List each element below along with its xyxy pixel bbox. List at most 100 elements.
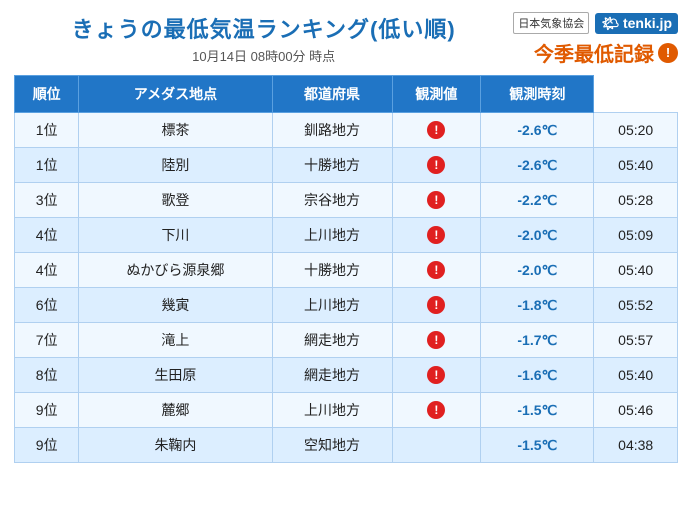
cell-alert: ! <box>392 393 481 428</box>
cell-time: 05:40 <box>594 148 678 183</box>
cell-station: 下川 <box>79 218 272 253</box>
cell-rank: 6位 <box>15 288 79 323</box>
cell-alert: ! <box>392 183 481 218</box>
cell-station: 陸別 <box>79 148 272 183</box>
cell-rank: 3位 <box>15 183 79 218</box>
cell-temp: -1.5℃ <box>481 428 594 463</box>
cell-prefecture: 上川地方 <box>272 393 392 428</box>
cell-rank: 4位 <box>15 253 79 288</box>
cell-time: 04:38 <box>594 428 678 463</box>
season-record-icon: ! <box>658 43 678 63</box>
cell-rank: 4位 <box>15 218 79 253</box>
cell-temp: -2.6℃ <box>481 148 594 183</box>
cell-prefecture: 空知地方 <box>272 428 392 463</box>
tenki-icon: 🌤 <box>601 15 623 31</box>
main-title: きょうの最低気温ランキング(低い順) <box>14 12 513 44</box>
cell-prefecture: 十勝地方 <box>272 253 392 288</box>
cell-rank: 1位 <box>15 148 79 183</box>
col-prefecture: 都道府県 <box>272 76 392 113</box>
cell-time: 05:28 <box>594 183 678 218</box>
table-body: 1位標茶釧路地方!-2.6℃05:201位陸別十勝地方!-2.6℃05:403位… <box>15 113 678 463</box>
table-row: 7位滝上網走地方! -1.7℃05:57 <box>15 323 678 358</box>
cell-station: 朱鞠内 <box>79 428 272 463</box>
title-block: きょうの最低気温ランキング(低い順) 10月14日 08時00分 時点 <box>14 12 513 65</box>
cell-rank: 8位 <box>15 358 79 393</box>
cell-rank: 7位 <box>15 323 79 358</box>
logo-top: 日本気象協会 🌤 tenki.jp <box>513 12 678 34</box>
subtitle: 10月14日 08時00分 時点 <box>14 46 513 65</box>
cell-time: 05:20 <box>594 113 678 148</box>
cell-time: 05:40 <box>594 358 678 393</box>
alert-icon: ! <box>427 261 445 279</box>
table-row: 9位麓郷上川地方! -1.5℃05:46 <box>15 393 678 428</box>
col-time: 観測時刻 <box>481 76 594 113</box>
cell-station: 滝上 <box>79 323 272 358</box>
alert-icon: ! <box>427 296 445 314</box>
cell-temp: -1.8℃ <box>481 288 594 323</box>
cell-prefecture: 釧路地方 <box>272 113 392 148</box>
alert-icon: ! <box>427 401 445 419</box>
alert-icon: ! <box>427 191 445 209</box>
cell-station: 標茶 <box>79 113 272 148</box>
cell-temp: -1.6℃ <box>481 358 594 393</box>
season-record-label: 今季最低記録 <box>534 38 654 67</box>
table-row: 6位幾寅上川地方! -1.8℃05:52 <box>15 288 678 323</box>
cell-alert: ! <box>392 358 481 393</box>
cell-temp: -1.7℃ <box>481 323 594 358</box>
ranking-table: 順位 アメダス地点 都道府県 観測値 観測時刻 1位標茶釧路地方!-2.6℃05… <box>14 75 678 463</box>
season-record: 今季最低記録 ! <box>534 38 678 67</box>
cell-prefecture: 十勝地方 <box>272 148 392 183</box>
cell-alert: ! <box>392 288 481 323</box>
col-station: アメダス地点 <box>79 76 272 113</box>
cell-time: 05:52 <box>594 288 678 323</box>
cell-alert: ! <box>392 253 481 288</box>
table-row: 4位ぬかびら源泉郷十勝地方! -2.0℃05:40 <box>15 253 678 288</box>
cell-alert: ! <box>392 323 481 358</box>
cell-time: 05:40 <box>594 253 678 288</box>
cell-prefecture: 網走地方 <box>272 323 392 358</box>
cell-temp: -1.5℃ <box>481 393 594 428</box>
cell-alert <box>392 428 481 463</box>
table-row: 1位陸別十勝地方! -2.6℃05:40 <box>15 148 678 183</box>
alert-icon: ! <box>427 226 445 244</box>
cell-rank: 9位 <box>15 393 79 428</box>
cell-rank: 1位 <box>15 113 79 148</box>
cell-prefecture: 網走地方 <box>272 358 392 393</box>
cell-alert: ! <box>392 113 481 148</box>
cell-station: 幾寅 <box>79 288 272 323</box>
cell-alert: ! <box>392 148 481 183</box>
cell-temp: -2.6℃ <box>481 113 594 148</box>
cell-prefecture: 宗谷地方 <box>272 183 392 218</box>
cell-station: ぬかびら源泉郷 <box>79 253 272 288</box>
col-rank: 順位 <box>15 76 79 113</box>
cell-station: 麓郷 <box>79 393 272 428</box>
cell-time: 05:46 <box>594 393 678 428</box>
alert-icon: ! <box>427 366 445 384</box>
tenki-logo: 🌤 tenki.jp <box>595 13 678 34</box>
cell-station: 歌登 <box>79 183 272 218</box>
cell-time: 05:57 <box>594 323 678 358</box>
alert-icon: ! <box>427 121 445 139</box>
header: きょうの最低気温ランキング(低い順) 10月14日 08時00分 時点 日本気象… <box>14 12 678 67</box>
cell-prefecture: 上川地方 <box>272 218 392 253</box>
table-header-row: 順位 アメダス地点 都道府県 観測値 観測時刻 <box>15 76 678 113</box>
cell-temp: -2.0℃ <box>481 218 594 253</box>
table-row: 1位標茶釧路地方! -2.6℃05:20 <box>15 113 678 148</box>
jma-logo: 日本気象協会 <box>513 12 589 34</box>
main-container: きょうの最低気温ランキング(低い順) 10月14日 08時00分 時点 日本気象… <box>0 0 692 519</box>
table-header: 順位 アメダス地点 都道府県 観測値 観測時刻 <box>15 76 678 113</box>
cell-rank: 9位 <box>15 428 79 463</box>
alert-icon: ! <box>427 331 445 349</box>
cell-temp: -2.2℃ <box>481 183 594 218</box>
table-row: 3位歌登宗谷地方! -2.2℃05:28 <box>15 183 678 218</box>
cell-prefecture: 上川地方 <box>272 288 392 323</box>
table-row: 9位朱鞠内空知地方 -1.5℃04:38 <box>15 428 678 463</box>
cell-temp: -2.0℃ <box>481 253 594 288</box>
logo-block: 日本気象協会 🌤 tenki.jp 今季最低記録 ! <box>513 12 678 67</box>
table-row: 4位下川上川地方! -2.0℃05:09 <box>15 218 678 253</box>
cell-time: 05:09 <box>594 218 678 253</box>
cell-station: 生田原 <box>79 358 272 393</box>
cell-alert: ! <box>392 218 481 253</box>
table-row: 8位生田原網走地方! -1.6℃05:40 <box>15 358 678 393</box>
alert-icon: ! <box>427 156 445 174</box>
